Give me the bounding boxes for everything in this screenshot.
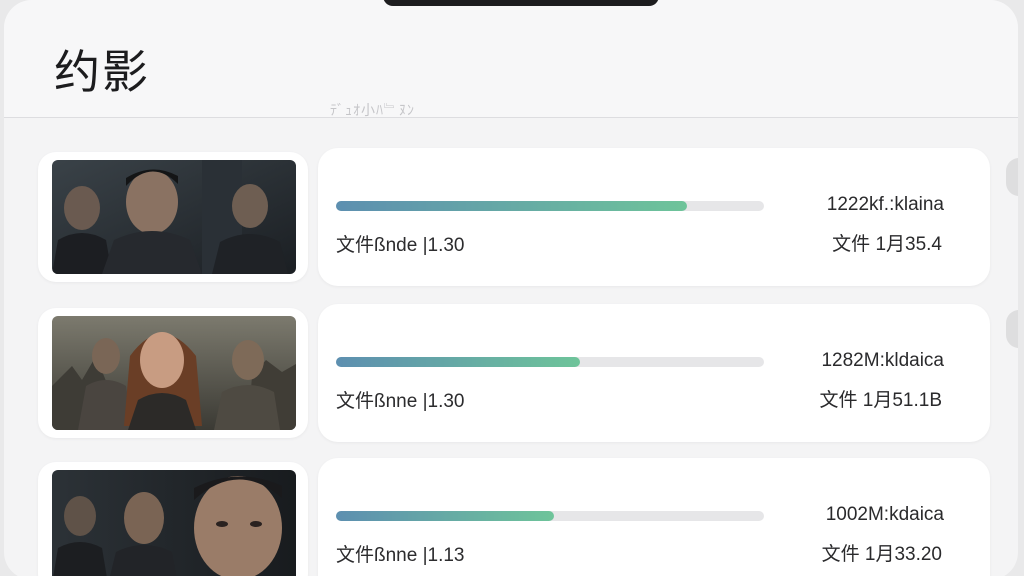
list-item[interactable]: 文件ßnne |1.30 1282M:kldaica 文件 1月51.1B	[4, 304, 1018, 448]
progress-bar	[336, 511, 764, 521]
progress-bar	[336, 201, 764, 211]
file-size: 1222kf.:klaina	[826, 194, 944, 215]
progress-fill	[336, 201, 687, 211]
file-size: 1002M:kdaica	[825, 504, 944, 525]
thumbnail-card[interactable]	[38, 462, 308, 576]
file-date: 文件 1月51.1B	[819, 390, 943, 411]
progress-fill	[336, 511, 555, 521]
header: 约影	[4, 0, 1018, 118]
app-panel: 约影 ﾃﾞｭｵ小ﾊ﹄ﾇﾝ 文件ßnde |1.30 1222kf.:klaina…	[4, 0, 1018, 576]
file-info: 文件ßnne |1.30	[336, 391, 465, 412]
download-info-card[interactable]: 文件ßnne |1.13 1002M:kdaica 文件 1月33.20	[318, 458, 990, 576]
progress-fill	[336, 357, 580, 367]
camera-notch	[383, 0, 659, 6]
list-item[interactable]: 文件ßnne |1.13 1002M:kdaica 文件 1月33.20	[4, 458, 1018, 576]
progress-bar	[336, 357, 764, 367]
movie-thumbnail[interactable]	[52, 316, 296, 430]
file-date: 文件 1月33.20	[821, 544, 942, 565]
scroll-handle[interactable]	[1006, 310, 1018, 348]
file-info: 文件ßnne |1.13	[336, 545, 465, 566]
scroll-handle[interactable]	[1006, 158, 1018, 196]
thumbnail-card[interactable]	[38, 308, 308, 438]
file-info: 文件ßnde |1.30	[336, 235, 465, 256]
download-info-card[interactable]: 文件ßnne |1.30 1282M:kldaica 文件 1月51.1B	[318, 304, 990, 442]
movie-thumbnail[interactable]	[52, 470, 296, 576]
file-date: 文件 1月35.4	[832, 234, 942, 255]
thumbnail-card[interactable]	[38, 152, 308, 282]
faded-subtitle: ﾃﾞｭｵ小ﾊ﹄ﾇﾝ	[330, 103, 415, 119]
file-size: 1282M:kldaica	[821, 350, 944, 371]
download-info-card[interactable]: 文件ßnde |1.30 1222kf.:klaina 文件 1月35.4	[318, 148, 990, 286]
list-item[interactable]: 文件ßnde |1.30 1222kf.:klaina 文件 1月35.4	[4, 148, 1018, 292]
page-title: 约影	[54, 45, 150, 99]
movie-thumbnail[interactable]	[52, 160, 296, 274]
